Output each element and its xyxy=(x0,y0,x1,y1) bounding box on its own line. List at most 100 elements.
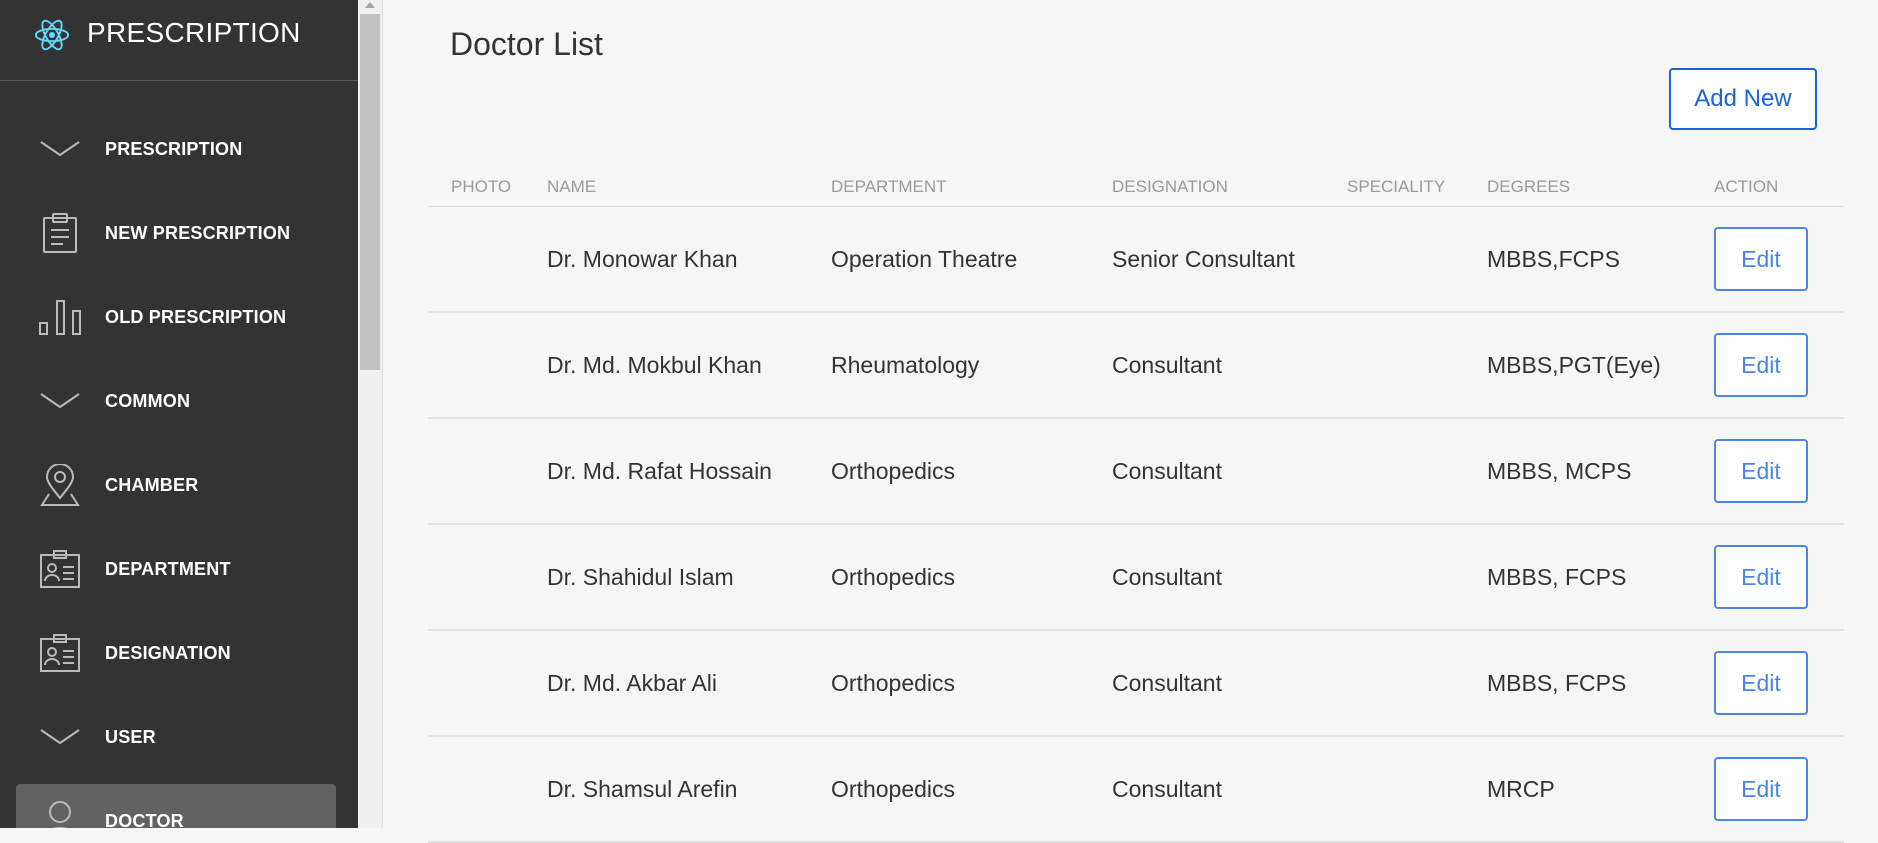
cell-degrees: MBBS,PGT(Eye) xyxy=(1464,312,1691,419)
sidebar-item-common[interactable]: COMMON xyxy=(16,364,336,438)
cell-designation: Consultant xyxy=(1089,630,1324,737)
table-row: Dr. Md. Mokbul Khan Rheumatology Consultan… xyxy=(428,312,1844,419)
cell-department: Orthopedics xyxy=(808,630,1089,737)
cell-photo xyxy=(428,524,524,631)
chevron-down-icon xyxy=(38,715,82,759)
cell-speciality xyxy=(1324,736,1464,843)
sidebar-item-label: DESIGNATION xyxy=(105,642,231,663)
brand-header: PRESCRIPTION xyxy=(0,0,358,81)
bar-chart-icon xyxy=(38,295,82,339)
id-card-icon xyxy=(38,547,82,591)
sidebar-item-designation[interactable]: DESIGNATION xyxy=(16,616,336,690)
sidebar-item-label: NEW PRESCRIPTION xyxy=(105,222,291,243)
cell-photo xyxy=(428,418,524,525)
column-header-designation: DESIGNATION xyxy=(1089,168,1324,207)
column-header-speciality: SPECIALITY xyxy=(1324,168,1464,207)
cell-name: Dr. Monowar Khan xyxy=(524,206,808,313)
cell-degrees: MBBS, FCPS xyxy=(1464,630,1691,737)
sidebar-item-label: OLD PRESCRIPTION xyxy=(105,306,287,327)
clipboard-icon xyxy=(38,211,82,255)
cell-speciality xyxy=(1324,418,1464,525)
sidebar-item-label: USER xyxy=(105,726,156,747)
user-icon xyxy=(38,799,82,828)
cell-department: Orthopedics xyxy=(808,736,1089,843)
sidebar: PRESCRIPTION PRESCRIPTION NEW PRESCRIPTIO… xyxy=(0,0,358,828)
cell-designation: Consultant xyxy=(1089,736,1324,843)
main-content: Doctor List Add New PHOTO NAME DEPARTMEN… xyxy=(383,0,1878,843)
column-header-action: ACTION xyxy=(1691,168,1844,207)
cell-department: Rheumatology xyxy=(808,312,1089,419)
cell-action: Edit xyxy=(1691,736,1844,843)
scrollbar-thumb[interactable] xyxy=(360,14,380,370)
edit-button[interactable]: Edit xyxy=(1714,439,1808,503)
cell-department: Orthopedics xyxy=(808,524,1089,631)
add-new-button[interactable]: Add New xyxy=(1669,68,1817,130)
map-pin-icon xyxy=(38,463,82,507)
sidebar-scrollbar[interactable] xyxy=(358,0,383,828)
cell-designation: Consultant xyxy=(1089,418,1324,525)
sidebar-item-department[interactable]: DEPARTMENT xyxy=(16,532,336,606)
react-atom-icon xyxy=(34,19,70,51)
cell-speciality xyxy=(1324,312,1464,419)
sidebar-item-user[interactable]: USER xyxy=(16,700,336,774)
cell-action: Edit xyxy=(1691,630,1844,737)
cell-photo xyxy=(428,736,524,843)
table-row: Dr. Md. Rafat Hossain Orthopedics Consulta… xyxy=(428,418,1844,525)
table-header-row: PHOTO NAME DEPARTMENT DESIGNATION SPECIA… xyxy=(428,168,1844,207)
edit-button[interactable]: Edit xyxy=(1714,333,1808,397)
column-header-name: NAME xyxy=(524,168,808,207)
table-row: Dr. Md. Akbar Ali Orthopedics Consultant MB… xyxy=(428,630,1844,737)
sidebar-item-prescription[interactable]: PRESCRIPTION xyxy=(16,112,336,186)
cell-name: Dr. Md. Rafat Hossain xyxy=(524,418,808,525)
cell-action: Edit xyxy=(1691,312,1844,419)
sidebar-item-old-prescription[interactable]: OLD PRESCRIPTION xyxy=(16,280,336,354)
chevron-down-icon xyxy=(38,379,82,423)
cell-degrees: MBBS, FCPS xyxy=(1464,524,1691,631)
cell-action: Edit xyxy=(1691,418,1844,525)
cell-name: Dr. Shamsul Arefin xyxy=(524,736,808,843)
cell-degrees: MBBS,FCPS xyxy=(1464,206,1691,313)
sidebar-item-label: CHAMBER xyxy=(105,474,199,495)
edit-button[interactable]: Edit xyxy=(1714,651,1808,715)
column-header-photo: PHOTO xyxy=(428,168,524,207)
table-body: Dr. Monowar Khan Operation Theatre Senior … xyxy=(428,206,1844,843)
cell-name: Dr. Shahidul Islam xyxy=(524,524,808,631)
page-title: Doctor List xyxy=(450,26,603,62)
sidebar-item-label: DEPARTMENT xyxy=(105,558,231,579)
chevron-down-icon xyxy=(38,127,82,171)
cell-name: Dr. Md. Akbar Ali xyxy=(524,630,808,737)
cell-department: Operation Theatre xyxy=(808,206,1089,313)
sidebar-item-doctor[interactable]: DOCTOR xyxy=(16,784,336,828)
sidebar-item-chamber[interactable]: CHAMBER xyxy=(16,448,336,522)
sidebar-item-label: PRESCRIPTION xyxy=(105,138,243,159)
id-card-icon xyxy=(38,631,82,675)
cell-department: Orthopedics xyxy=(808,418,1089,525)
cell-speciality xyxy=(1324,524,1464,631)
table-row: Dr. Shamsul Arefin Orthopedics Consultant M… xyxy=(428,736,1844,843)
cell-designation: Consultant xyxy=(1089,312,1324,419)
edit-button[interactable]: Edit xyxy=(1714,227,1808,291)
sidebar-item-label: DOCTOR xyxy=(105,810,184,829)
cell-action: Edit xyxy=(1691,206,1844,313)
doctor-table: PHOTO NAME DEPARTMENT DESIGNATION SPECIA… xyxy=(428,168,1844,843)
scroll-up-arrow-icon[interactable] xyxy=(365,2,375,8)
cell-photo xyxy=(428,206,524,313)
table-row: Dr. Monowar Khan Operation Theatre Senior … xyxy=(428,206,1844,313)
cell-photo xyxy=(428,312,524,419)
column-header-department: DEPARTMENT xyxy=(808,168,1089,207)
cell-designation: Consultant xyxy=(1089,524,1324,631)
sidebar-item-new-prescription[interactable]: NEW PRESCRIPTION xyxy=(16,196,336,270)
cell-name: Dr. Md. Mokbul Khan xyxy=(524,312,808,419)
table-row: Dr. Shahidul Islam Orthopedics Consultant M… xyxy=(428,524,1844,631)
app-title: PRESCRIPTION xyxy=(87,17,301,48)
cell-photo xyxy=(428,630,524,737)
cell-degrees: MRCP xyxy=(1464,736,1691,843)
cell-speciality xyxy=(1324,206,1464,313)
cell-action: Edit xyxy=(1691,524,1844,631)
cell-speciality xyxy=(1324,630,1464,737)
cell-degrees: MBBS, MCPS xyxy=(1464,418,1691,525)
edit-button[interactable]: Edit xyxy=(1714,757,1808,821)
cell-designation: Senior Consultant xyxy=(1089,206,1324,313)
sidebar-item-label: COMMON xyxy=(105,390,191,411)
edit-button[interactable]: Edit xyxy=(1714,545,1808,609)
